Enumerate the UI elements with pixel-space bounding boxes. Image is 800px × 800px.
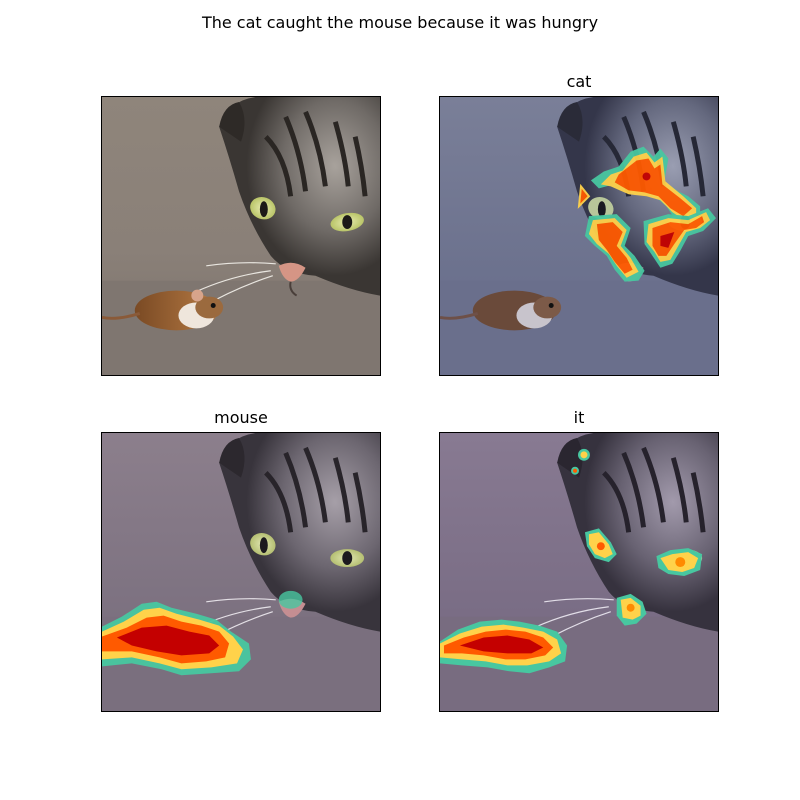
cat-and-mouse-photo: [102, 97, 380, 375]
panel-title-it: it: [573, 408, 585, 427]
original-image-panel: [101, 96, 381, 376]
it-attention-panel: [439, 432, 719, 712]
mouse-attention-panel: [101, 432, 381, 712]
it-attention-heatmap: [440, 433, 718, 711]
panel-title-cat: cat: [566, 72, 592, 91]
mouse-attention-heatmap: [102, 433, 380, 711]
cat-attention-heatmap: [440, 97, 718, 375]
panel-title-mouse: mouse: [214, 408, 268, 427]
cat-attention-panel: [439, 96, 719, 376]
figure-title: The cat caught the mouse because it was …: [201, 13, 599, 32]
